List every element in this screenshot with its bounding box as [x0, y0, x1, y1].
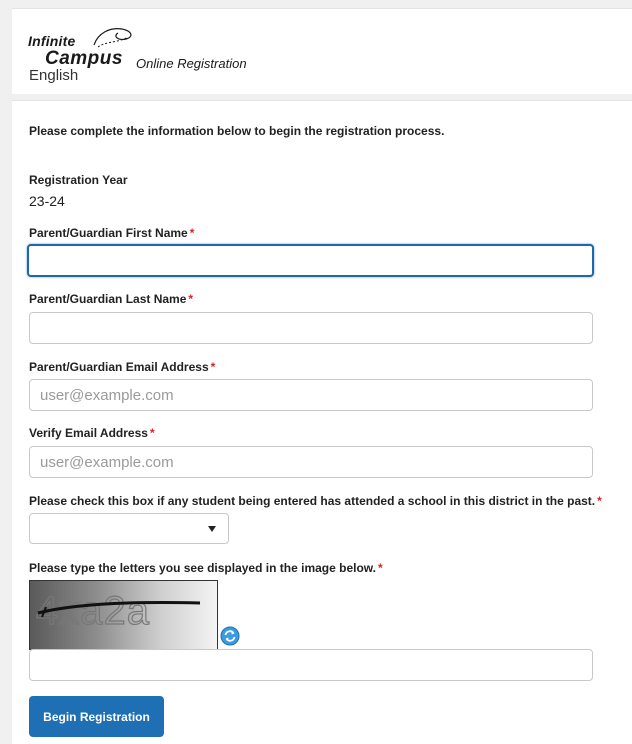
- first-name-label-text: Parent/Guardian First Name: [29, 226, 188, 240]
- last-name-input[interactable]: [29, 312, 593, 344]
- required-marker: *: [597, 494, 602, 508]
- attended-school-select[interactable]: [29, 513, 229, 544]
- captcha-label-text: Please type the letters you see displaye…: [29, 561, 377, 575]
- logo-swirl-icon: [93, 28, 132, 48]
- verify-email-label-text: Verify Email Address: [29, 426, 148, 440]
- captcha-noise-line: [37, 600, 201, 618]
- captcha-input[interactable]: [29, 649, 593, 681]
- required-marker: *: [149, 426, 155, 440]
- attended-school-label: Please check this box if any student bei…: [29, 494, 602, 508]
- required-marker: *: [188, 292, 194, 306]
- email-label-text: Parent/Guardian Email Address: [29, 360, 209, 374]
- verify-email-label: Verify Email Address *: [29, 426, 155, 440]
- logo-subtitle: Online Registration: [136, 56, 247, 71]
- app-header: Infinite Campus Online Registration Engl…: [12, 8, 632, 94]
- first-name-label: Parent/Guardian First Name *: [29, 226, 194, 240]
- required-marker: *: [189, 226, 195, 240]
- last-name-label: Parent/Guardian Last Name *: [29, 292, 193, 306]
- first-name-input[interactable]: [27, 244, 594, 277]
- attended-school-label-text: Please check this box if any student bei…: [29, 494, 596, 508]
- captcha-image: 4xa2a: [29, 580, 218, 650]
- registration-year-label: Registration Year: [29, 173, 128, 187]
- form-intro: Please complete the information below to…: [29, 124, 445, 138]
- registration-year-value: 23-24: [29, 193, 65, 209]
- language-selector[interactable]: English: [29, 67, 78, 84]
- required-marker: *: [378, 561, 383, 575]
- email-label: Parent/Guardian Email Address *: [29, 360, 215, 374]
- begin-registration-button[interactable]: Begin Registration: [29, 696, 164, 737]
- required-marker: *: [210, 360, 216, 374]
- logo-text-infinite: Infinite: [28, 33, 76, 49]
- last-name-label-text: Parent/Guardian Last Name: [29, 292, 187, 306]
- captcha-label: Please type the letters you see displaye…: [29, 561, 383, 575]
- chevron-down-icon: [208, 526, 216, 532]
- registration-form: Please complete the information below to…: [12, 100, 632, 744]
- verify-email-input[interactable]: [29, 446, 593, 478]
- refresh-icon[interactable]: [220, 626, 240, 646]
- email-input[interactable]: [29, 379, 593, 411]
- infinite-campus-logo: Infinite Campus Online Registration: [28, 23, 278, 73]
